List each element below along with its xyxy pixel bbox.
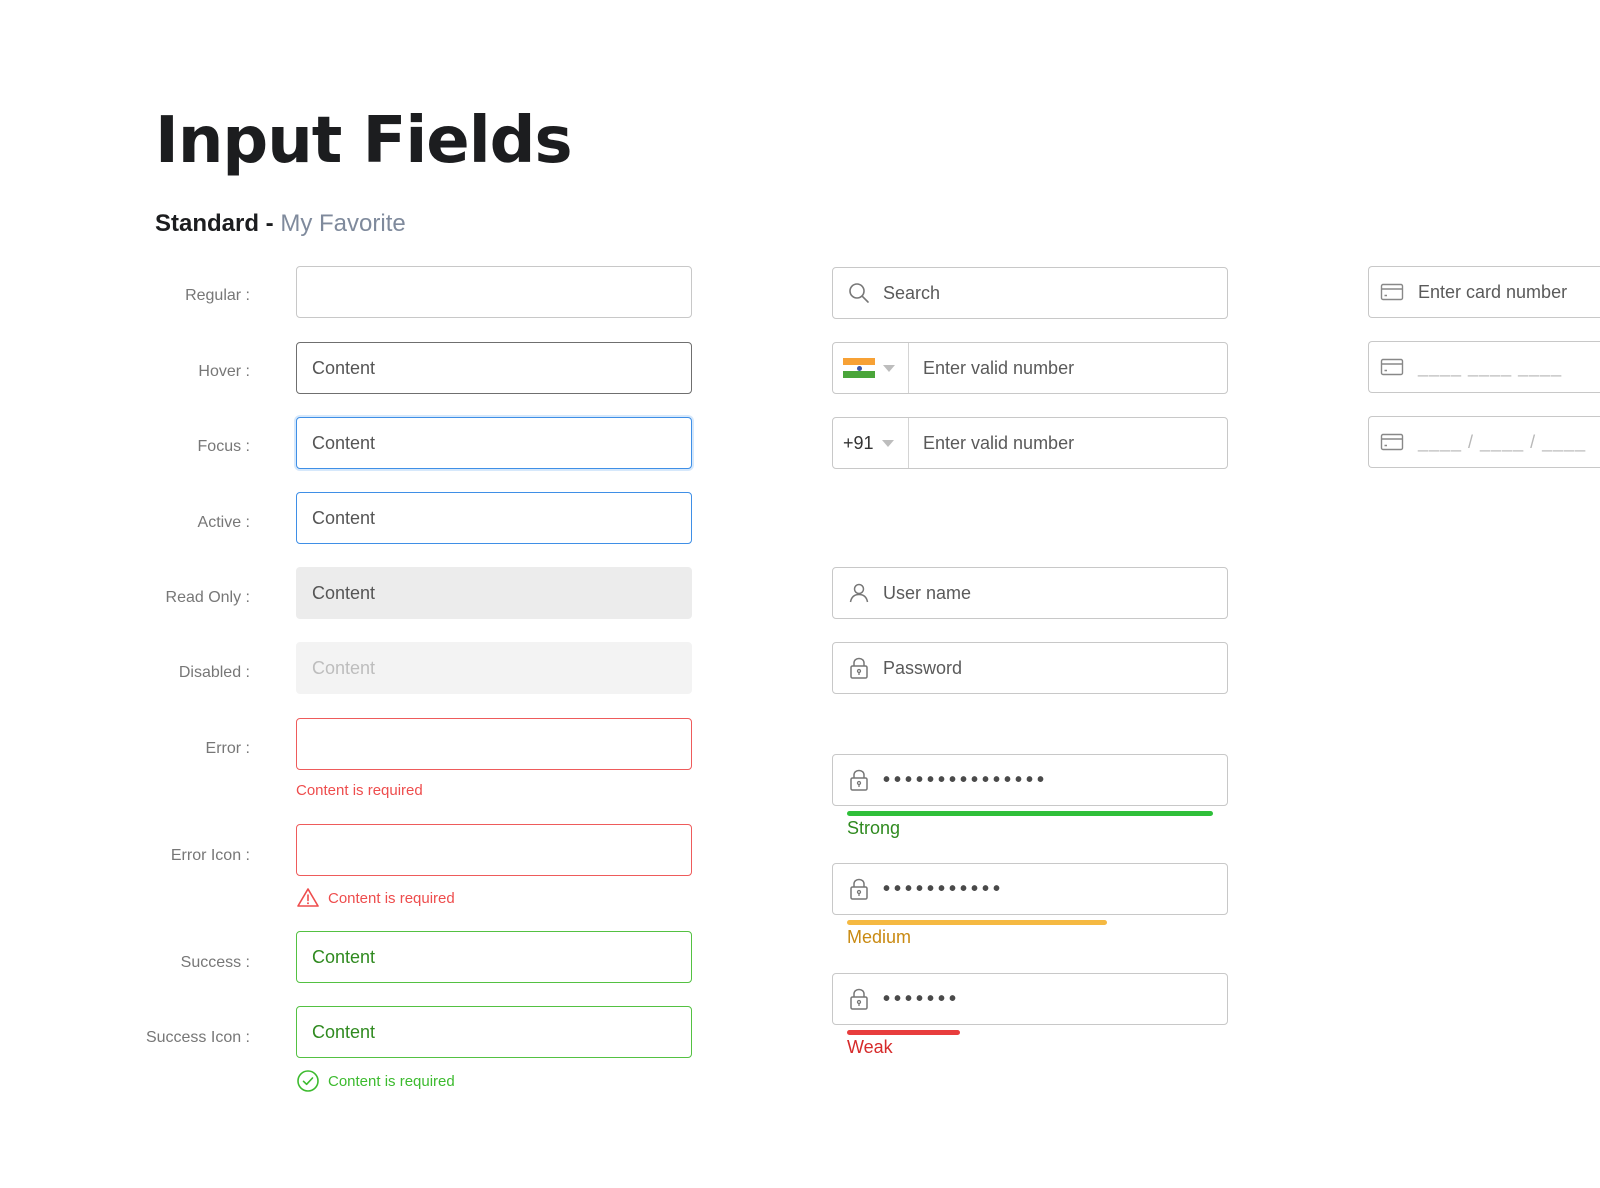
label-read-only: Read Only : [165, 589, 250, 606]
card-mask-slashes: ____ / ____ / ____ [1418, 431, 1587, 452]
strength-label-weak: Weak [847, 1037, 893, 1057]
lock-icon [850, 769, 868, 791]
phone-flag-input[interactable]: Enter valid number [832, 342, 1228, 394]
card-mask-slash-input[interactable]: ____ / ____ / ____ [1368, 416, 1600, 468]
focus-input[interactable]: Content [296, 417, 692, 469]
country-code: +91 [843, 432, 874, 453]
section-subtitle: Standard - My Favorite [155, 210, 406, 238]
password-mask: ••••••• [883, 987, 961, 1010]
credit-card-icon [1380, 433, 1404, 451]
label-hover: Hover : [198, 363, 250, 380]
read-only-input-value: Content [312, 582, 376, 603]
card-mask-groups: ____ ____ ____ [1418, 356, 1563, 377]
focus-input-value: Content [312, 432, 376, 453]
subtitle-light: My Favorite [280, 210, 406, 237]
search-icon [849, 283, 869, 303]
label-error-icon: Error Icon : [170, 847, 250, 864]
success-input-value: Content [312, 946, 376, 967]
phone-code-placeholder: Enter valid number [923, 432, 1075, 453]
card-mask-input[interactable]: ____ ____ ____ [1368, 341, 1600, 393]
label-regular: Regular : [185, 287, 250, 304]
strength-label-medium: Medium [847, 927, 912, 947]
chevron-down-icon [883, 364, 895, 372]
country-selector[interactable] [833, 343, 909, 393]
success-icon-input-value: Content [312, 1021, 376, 1042]
check-circle-icon [297, 1070, 319, 1092]
error-icon-message-text: Content is required [328, 889, 455, 907]
label-success-icon: Success Icon : [145, 1029, 250, 1046]
password-medium-input[interactable]: ••••••••••• [832, 863, 1228, 915]
phone-flag-placeholder: Enter valid number [923, 357, 1075, 378]
success-icon-message-text: Content is required [328, 1072, 455, 1090]
error-icon-input[interactable] [296, 824, 692, 876]
lock-icon [850, 878, 868, 900]
label-error: Error : [205, 740, 250, 757]
success-icon-input[interactable]: Content [296, 1006, 692, 1058]
active-input-value: Content [312, 507, 376, 528]
label-disabled: Disabled : [178, 664, 250, 681]
warning-icon [297, 888, 319, 907]
hover-input-value: Content [312, 357, 376, 378]
credit-card-icon [1380, 283, 1404, 301]
strength-bar-weak [847, 1030, 960, 1035]
password-weak-input[interactable]: ••••••• [832, 973, 1228, 1025]
label-active: Active : [197, 514, 250, 531]
success-icon-message: Content is required [296, 1069, 455, 1093]
disabled-input-value: Content [312, 657, 376, 678]
regular-input[interactable] [296, 266, 692, 318]
country-code-selector[interactable]: +91 [833, 418, 909, 468]
password-strong-input[interactable]: ••••••••••••••• [832, 754, 1228, 806]
credit-card-icon [1380, 358, 1404, 376]
error-input[interactable] [296, 718, 692, 770]
password-placeholder: Password [883, 657, 963, 678]
password-mask: ••••••••••••••• [883, 768, 1049, 791]
phone-code-input[interactable]: +91 Enter valid number [832, 417, 1228, 469]
card-number-input[interactable]: Enter card number [1368, 266, 1600, 318]
search-placeholder: Search [883, 282, 941, 303]
success-input[interactable]: Content [296, 931, 692, 983]
subtitle-bold: Standard - [155, 210, 274, 237]
card-number-placeholder: Enter card number [1418, 281, 1568, 302]
active-input[interactable]: Content [296, 492, 692, 544]
india-flag-icon [843, 358, 875, 379]
label-success: Success : [180, 954, 250, 971]
page-title: Input Fields [155, 104, 573, 178]
error-icon-message: Content is required [296, 886, 455, 910]
username-input[interactable]: User name [832, 567, 1228, 619]
hover-input[interactable]: Content [296, 342, 692, 394]
error-message: Content is required [296, 782, 423, 799]
read-only-input: Content [296, 567, 692, 619]
strength-bar-medium [847, 920, 1107, 925]
strength-label-strong: Strong [847, 818, 901, 838]
lock-icon [850, 657, 868, 679]
lock-icon [850, 988, 868, 1010]
username-placeholder: User name [883, 582, 972, 603]
password-input[interactable]: Password [832, 642, 1228, 694]
disabled-input: Content [296, 642, 692, 694]
chevron-down-icon [881, 439, 894, 447]
user-icon [849, 583, 869, 603]
strength-bar-strong [847, 811, 1213, 816]
search-input[interactable]: Search [832, 267, 1228, 319]
error-message-text: Content is required [296, 782, 423, 799]
label-focus: Focus : [197, 438, 250, 455]
password-mask: ••••••••••• [883, 877, 1005, 900]
